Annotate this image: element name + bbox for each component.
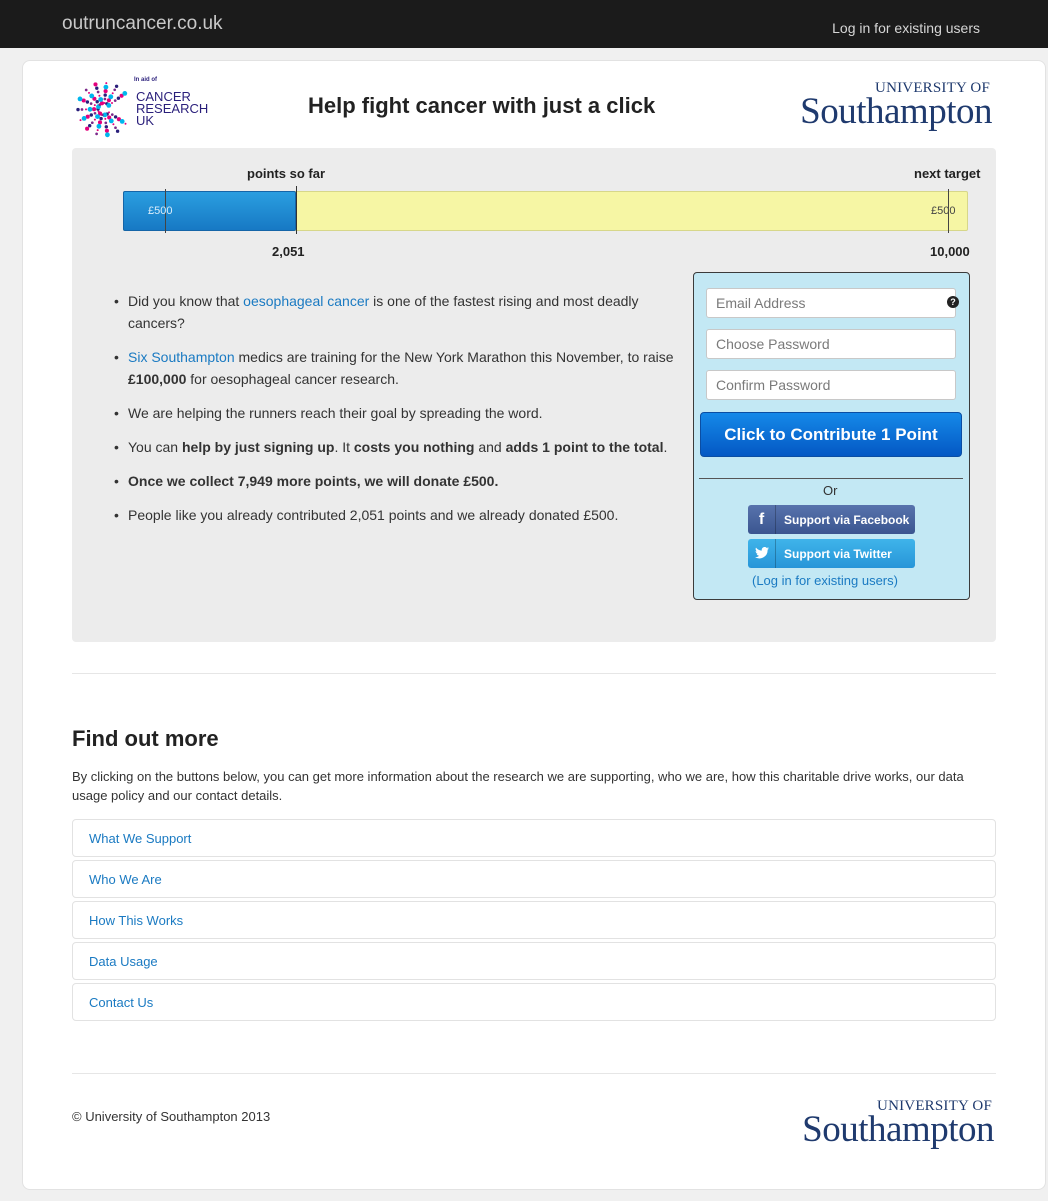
confirm-password-field[interactable] — [706, 370, 956, 400]
points-so-far-label: points so far — [247, 166, 326, 181]
choose-password-field[interactable] — [706, 329, 956, 359]
accordion-contact-us[interactable]: Contact Us — [72, 983, 996, 1021]
fact-text: We are helping the runners reach their g… — [128, 405, 543, 421]
top-navbar: outruncancer.co.uk Log in for existing u… — [0, 0, 1048, 48]
support-twitter-button[interactable]: Support via Twitter — [748, 539, 915, 568]
soton-logo-big-text: Southampton — [800, 91, 992, 132]
fact-item: Six Southampton medics are training for … — [114, 346, 674, 390]
next-target-label: next target — [914, 166, 981, 181]
help-icon[interactable]: ? — [947, 296, 959, 308]
login-existing-users-box-link[interactable]: (Log in for existing users) — [752, 573, 898, 588]
fact-link[interactable]: Six Southampton — [128, 349, 235, 365]
support-facebook-label: Support via Facebook — [784, 513, 910, 527]
fact-text: You can — [128, 439, 182, 455]
cru-in-aid-of-text: In aid of — [134, 77, 157, 83]
fact-emphasis: £100,000 — [128, 371, 187, 387]
footer-soton-big-text: Southampton — [802, 1109, 994, 1150]
university-of-southampton-logo: UNIVERSITY OF Southampton — [762, 80, 992, 132]
login-existing-users-link[interactable]: Log in for existing users — [832, 20, 980, 36]
accordion-how-this-works[interactable]: How This Works — [72, 901, 996, 939]
twitter-bird-icon — [748, 539, 776, 568]
fact-text: and — [474, 439, 506, 455]
site-name-link[interactable]: outruncancer.co.uk — [62, 13, 223, 35]
fact-text: Did you know that — [128, 293, 244, 309]
footer-divider — [72, 1073, 996, 1074]
or-text: Or — [823, 483, 838, 498]
contribute-button[interactable]: Click to Contribute 1 Point — [700, 412, 962, 457]
email-field[interactable] — [706, 288, 956, 318]
fact-item: Did you know that oesophageal cancer is … — [114, 290, 674, 334]
cru-line-3: UK — [136, 113, 155, 128]
fact-item: You can help by just signing up. It cost… — [114, 436, 674, 458]
donation-marker-label: £500 — [148, 205, 173, 217]
cru-wordmark: CANCER RESEARCH UK — [136, 90, 208, 128]
support-twitter-label: Support via Twitter — [784, 547, 892, 561]
donation-marker-label: £500 — [931, 205, 956, 217]
fact-text: . It — [334, 439, 354, 455]
fact-link[interactable]: oesophageal cancer — [243, 293, 369, 309]
current-points-value: 2,051 — [272, 244, 305, 259]
find-out-more-description: By clicking on the buttons below, you ca… — [72, 769, 964, 803]
fact-emphasis: adds 1 point to the total — [505, 439, 664, 455]
fact-emphasis: Once we collect 7,949 more points, we wi… — [128, 473, 499, 489]
section-divider — [72, 673, 996, 674]
accordion-who-we-are[interactable]: Who We Are — [72, 860, 996, 898]
current-points-tick — [296, 186, 297, 234]
fact-text: People like you already contributed 2,05… — [128, 507, 619, 523]
accordion-data-usage[interactable]: Data Usage — [72, 942, 996, 980]
fact-emphasis: help by just signing up — [181, 439, 335, 455]
page-headline: Help fight cancer with just a click — [308, 93, 656, 118]
target-points-value: 10,000 — [930, 244, 970, 259]
copyright-text: © University of Southampton 2013 — [72, 1109, 271, 1124]
fact-item: Once we collect 7,949 more points, we wi… — [114, 470, 674, 492]
find-out-more-heading: Find out more — [72, 726, 219, 751]
facebook-icon: f — [748, 505, 776, 534]
fact-item: People like you already contributed 2,05… — [114, 504, 674, 526]
support-facebook-button[interactable]: f Support via Facebook — [748, 505, 915, 534]
footer-southampton-logo: UNIVERSITY OF Southampton — [764, 1098, 994, 1150]
campaign-facts-list: Did you know that oesophageal cancer is … — [114, 290, 674, 538]
accordion-what-we-support[interactable]: What We Support — [72, 819, 996, 857]
signup-divider — [699, 478, 963, 479]
fact-emphasis: costs you nothing — [353, 439, 475, 455]
fact-text: . — [663, 439, 668, 455]
fact-item: We are helping the runners reach their g… — [114, 402, 674, 424]
fact-text: for oesophageal cancer research. — [186, 371, 399, 387]
fact-text: medics are training for the New York Mar… — [234, 349, 674, 365]
